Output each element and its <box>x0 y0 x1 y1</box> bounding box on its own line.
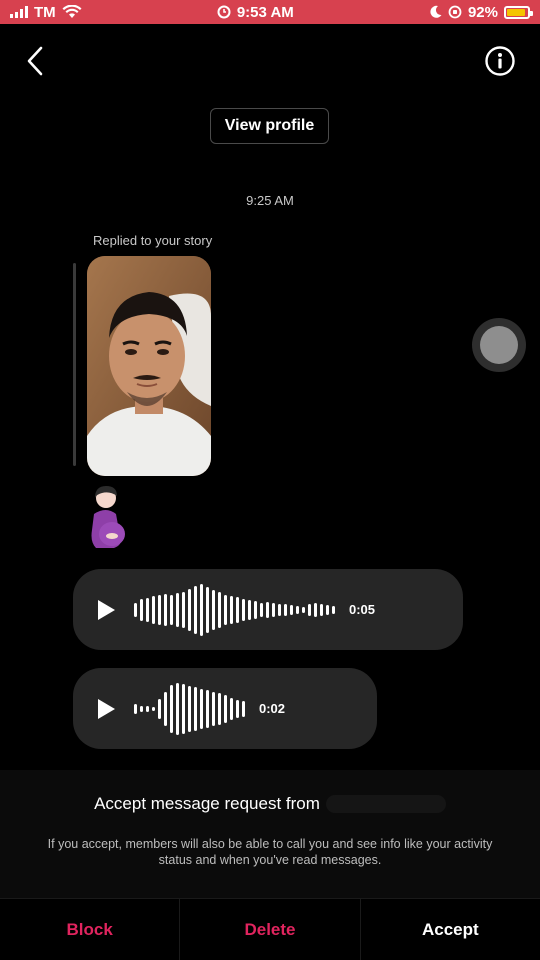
waveform-bar <box>164 691 167 726</box>
waveform-bar <box>152 706 155 711</box>
waveform-bar <box>176 592 179 627</box>
waveform-bar <box>224 694 227 723</box>
waveform-bar <box>182 591 185 628</box>
redacted-username <box>325 795 446 813</box>
waveform-bar <box>272 602 275 617</box>
waveform-bar <box>224 594 227 625</box>
waveform-bar <box>230 697 233 720</box>
waveform-bar <box>248 599 251 620</box>
waveform-bar <box>236 596 239 623</box>
waveform <box>134 580 335 640</box>
waveform-bar <box>260 602 263 617</box>
waveform-bar <box>164 593 167 626</box>
waveform-bar <box>236 699 239 718</box>
waveform-bar <box>284 603 287 616</box>
story-reply-label: Replied to your story <box>93 233 213 248</box>
status-bar-left: TM <box>10 4 82 21</box>
waveform-bar <box>278 603 281 616</box>
waveform-bar <box>326 604 329 615</box>
story-thumbnail[interactable] <box>87 256 211 476</box>
waveform-bar <box>152 595 155 624</box>
waveform-bar <box>290 604 293 615</box>
waveform-bar <box>176 682 179 735</box>
play-icon <box>98 698 115 719</box>
waveform-bar <box>206 586 209 633</box>
reply-indicator-bar <box>73 263 76 466</box>
info-circle-icon <box>485 46 515 76</box>
message-request-panel: Accept message request from If you accep… <box>0 770 540 898</box>
play-button[interactable] <box>95 598 117 622</box>
waveform-bar <box>308 603 311 616</box>
waveform-bar <box>134 703 137 714</box>
waveform-bar <box>302 606 305 613</box>
waveform-bar <box>188 685 191 732</box>
chevron-left-icon <box>27 46 43 76</box>
alarm-icon <box>217 5 231 19</box>
waveform-bar <box>266 601 269 618</box>
battery-icon <box>503 5 533 19</box>
delete-button[interactable]: Delete <box>179 899 359 960</box>
request-title-text: Accept message request from <box>94 794 320 813</box>
waveform-bar <box>146 597 149 622</box>
waveform-bar <box>242 700 245 717</box>
back-button[interactable] <box>22 44 50 78</box>
block-button[interactable]: Block <box>0 899 179 960</box>
waveform-bar <box>200 583 203 636</box>
voice-message[interactable]: 0:05 <box>73 569 463 650</box>
play-button[interactable] <box>95 697 117 721</box>
info-button[interactable] <box>484 45 516 77</box>
waveform-bar <box>158 594 161 625</box>
wifi-icon <box>62 5 82 18</box>
waveform-bar <box>320 603 323 616</box>
waveform-bar <box>212 691 215 726</box>
status-bar-center: 9:53 AM <box>217 4 294 21</box>
request-actions: Block Delete Accept <box>0 898 540 960</box>
waveform-bar <box>296 605 299 614</box>
status-bar-right: 92% <box>429 3 533 21</box>
carrier-label: TM <box>34 3 56 21</box>
pregnant-woman-emoji <box>84 484 130 554</box>
waveform-bar <box>194 585 197 634</box>
waveform-bar <box>158 698 161 719</box>
waveform-bar <box>206 689 209 728</box>
waveform-bar <box>140 705 143 712</box>
voice-message[interactable]: 0:02 <box>73 668 377 749</box>
view-profile-button[interactable]: View profile <box>210 108 329 144</box>
accept-button[interactable]: Accept <box>359 899 540 960</box>
waveform-bar <box>200 688 203 729</box>
waveform-bar <box>170 684 173 733</box>
waveform-bar <box>170 594 173 625</box>
request-description: If you accept, members will also be able… <box>47 837 493 867</box>
waveform-bar <box>230 595 233 624</box>
waveform-bar <box>242 598 245 621</box>
waveform-bar <box>218 692 221 725</box>
waveform-bar <box>218 591 221 628</box>
clock-time: 9:53 AM <box>236 3 294 21</box>
orientation-lock-icon <box>448 5 462 19</box>
waveform-bar <box>182 683 185 734</box>
battery-percent: 92% <box>467 3 498 21</box>
moon-icon <box>430 5 442 18</box>
chat-screen: TM 9:53 AM 92% View profile 9:25 AM Repl… <box>0 0 540 960</box>
request-title: Accept message request from <box>0 794 540 814</box>
waveform <box>134 679 245 739</box>
message-timestamp: 9:25 AM <box>246 193 294 208</box>
waveform-bar <box>254 600 257 619</box>
waveform-bar <box>134 602 137 617</box>
waveform-bar <box>194 686 197 731</box>
story-photo <box>87 256 211 476</box>
voice-duration: 0:05 <box>349 602 376 617</box>
waveform-bar <box>146 705 149 712</box>
signal-icon <box>10 6 28 18</box>
assistive-touch-button[interactable] <box>472 318 526 372</box>
play-icon <box>98 599 115 620</box>
waveform-bar <box>314 602 317 617</box>
status-bar: TM 9:53 AM 92% <box>0 0 540 24</box>
voice-duration: 0:02 <box>259 701 286 716</box>
waveform-bar <box>188 588 191 631</box>
waveform-bar <box>140 598 143 621</box>
waveform-bar <box>212 589 215 630</box>
waveform-bar <box>332 605 335 614</box>
